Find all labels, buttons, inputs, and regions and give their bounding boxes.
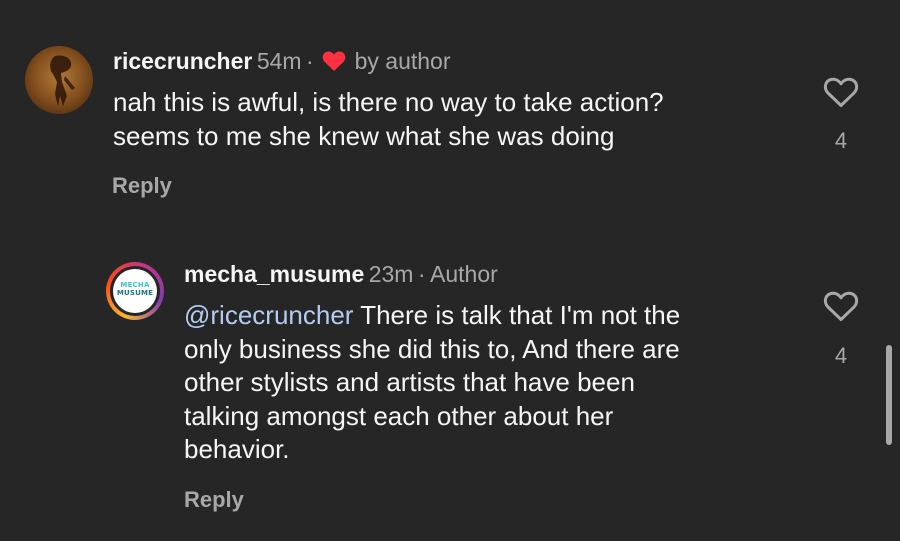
- comment-line: behavior.: [184, 434, 290, 464]
- reply-button[interactable]: Reply: [112, 173, 172, 199]
- avatar[interactable]: [25, 46, 93, 114]
- comment-line: seems to me she knew what she was doing: [113, 120, 615, 151]
- heart-outline-icon: [823, 77, 859, 107]
- comment-line: nah this is awful, is there no way to ta…: [113, 87, 664, 117]
- comment-line: only business she did this to, And there…: [184, 333, 680, 364]
- username[interactable]: ricecruncher: [113, 48, 252, 74]
- comment-text: @ricecruncher There is talk that I'm not…: [184, 299, 680, 467]
- comment-text: nah this is awful, is there no way to ta…: [113, 86, 664, 153]
- xenomorph-figure-icon: [50, 55, 75, 106]
- avatar[interactable]: MECHA MUSUME: [106, 262, 164, 320]
- comment-header: ricecruncher 54m · by author: [113, 48, 451, 75]
- separator: ·: [417, 261, 426, 287]
- scrollbar[interactable]: [886, 345, 892, 445]
- separator: ·: [306, 48, 314, 74]
- author-badge: Author: [430, 261, 498, 287]
- comment-line: There is talk that I'm not the: [353, 300, 681, 330]
- heart-outline-icon: [823, 291, 859, 321]
- like-count: 4: [834, 343, 848, 368]
- like-button[interactable]: [823, 290, 859, 327]
- username[interactable]: mecha_musume: [184, 261, 364, 287]
- like-button[interactable]: [823, 76, 859, 113]
- comment-line: other stylists and artists that have bee…: [184, 367, 635, 397]
- comment-line: talking amongst each other about her: [184, 400, 614, 431]
- reply-button[interactable]: Reply: [184, 487, 244, 513]
- mecha-musume-logo: MECHA MUSUME: [113, 269, 157, 313]
- heart-filled-icon: [322, 51, 346, 71]
- timestamp: 23m: [368, 261, 414, 287]
- comment-header: mecha_musume 23m · Author: [184, 261, 498, 288]
- comments-screen: ricecruncher 54m · by author nah this is…: [0, 0, 900, 541]
- mention-link[interactable]: @ricecruncher: [184, 300, 353, 330]
- liked-by-author-label: by author: [354, 48, 451, 74]
- timestamp: 54m: [256, 48, 302, 74]
- like-count: 4: [834, 128, 848, 153]
